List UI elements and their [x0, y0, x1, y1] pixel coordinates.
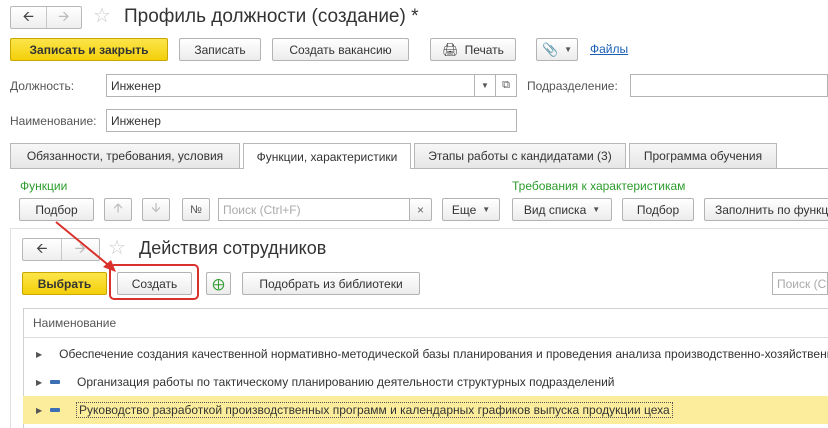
functions-select-button[interactable]: Подбор — [19, 198, 94, 221]
arrow-up-icon: 🡩 — [113, 199, 123, 215]
item-marker-icon — [50, 408, 60, 412]
dialog-title: Действия сотрудников — [139, 238, 327, 258]
save-button[interactable]: Записать — [179, 38, 261, 61]
header-divider — [24, 337, 828, 338]
department-field[interactable] — [630, 74, 828, 97]
print-button[interactable]: 🖨 Печать — [430, 38, 516, 61]
table-row[interactable]: ▶ Организация работы по тактическому пла… — [23, 368, 828, 396]
expand-triangle-icon[interactable]: ▶ — [36, 378, 50, 387]
nav-buttons: 🡨 🡪 — [10, 6, 82, 29]
printer-icon: 🖨 — [442, 41, 459, 57]
close-icon: × — [416, 202, 424, 217]
row-text: Обеспечение создания качественной нормат… — [59, 347, 828, 361]
tab-underline — [10, 168, 828, 169]
attach-button[interactable]: 📎 ▼ — [536, 38, 578, 61]
files-link[interactable]: Файлы — [590, 42, 628, 56]
numbered-list-icon: № — [190, 203, 202, 216]
view-list-label: Вид списка — [523, 202, 587, 217]
row-text: Организация работы по тактическому плани… — [77, 375, 615, 389]
create-vacancy-button[interactable]: Создать вакансию — [272, 38, 409, 61]
expand-triangle-icon[interactable]: ▶ — [36, 350, 42, 359]
table-row[interactable]: ▶ Обеспечение создания качественной норм… — [23, 340, 828, 368]
functions-search-input[interactable]: Поиск (Ctrl+F) — [218, 198, 410, 221]
create-button[interactable]: Создать — [117, 272, 192, 295]
requirements-select-button[interactable]: Подбор — [622, 198, 694, 221]
more-label: Еще — [451, 202, 477, 217]
position-label: Должность: — [10, 79, 75, 93]
tab-training-program[interactable]: Программа обучения — [629, 143, 777, 168]
chevron-down-icon: ▼ — [592, 205, 601, 214]
paperclip-icon: 📎 — [541, 41, 559, 57]
numbering-button[interactable]: № — [182, 198, 210, 221]
window-title: Профиль должности (создание) * — [124, 6, 419, 27]
favorite-star-icon[interactable]: ☆ — [93, 6, 111, 26]
row-text: Руководство разработкой производственных… — [76, 402, 673, 418]
position-open-button[interactable]: ⧉ — [495, 74, 517, 97]
tab-duties[interactable]: Обязанности, требования, условия — [10, 143, 240, 168]
copy-add-icon: ⨁ — [212, 276, 225, 291]
print-label: Печать — [464, 42, 504, 57]
item-marker-icon — [50, 380, 60, 384]
arrow-down-icon: 🡫 — [151, 199, 161, 215]
table-row-selected[interactable]: ▶ Руководство разработкой производственн… — [23, 396, 828, 424]
name-field[interactable]: Инженер — [106, 109, 517, 132]
requirements-header: Требования к характеристикам — [512, 179, 686, 193]
pick-from-library-button[interactable]: Подобрать из библиотеки — [242, 272, 420, 295]
expand-triangle-icon[interactable]: ▶ — [36, 406, 50, 415]
chevron-down-icon: ▼ — [481, 81, 489, 90]
move-down-button[interactable]: 🡫 — [142, 198, 170, 221]
dialog-search-input[interactable]: Поиск (Ctrl+F) — [772, 272, 828, 295]
fill-by-functions-button[interactable]: Заполнить по функциям — [704, 198, 828, 221]
functions-more-button[interactable]: Еще ▼ — [442, 198, 500, 221]
column-header-name[interactable]: Наименование — [33, 316, 116, 330]
back-arrow-icon[interactable]: 🡨 — [11, 7, 46, 28]
save-and-close-button[interactable]: Записать и закрыть — [10, 38, 168, 61]
copy-button[interactable]: ⨁ — [206, 272, 231, 295]
name-label: Наименование: — [10, 114, 97, 128]
functions-header: Функции — [20, 179, 68, 193]
dialog-nav-buttons: 🡨 🡪 — [22, 238, 100, 261]
position-dropdown-button[interactable]: ▼ — [474, 74, 496, 97]
favorite-star-icon[interactable]: ☆ — [108, 238, 126, 258]
department-label: Подразделение: — [527, 79, 618, 93]
clear-search-button[interactable]: × — [410, 198, 432, 221]
move-up-button[interactable]: 🡩 — [104, 198, 132, 221]
tab-functions[interactable]: Функции, характеристики — [243, 143, 411, 169]
position-field[interactable]: Инженер — [106, 74, 476, 97]
tab-candidate-stages[interactable]: Этапы работы с кандидатами (3) — [414, 143, 626, 168]
chevron-down-icon: ▼ — [564, 45, 573, 54]
open-window-icon: ⧉ — [502, 79, 510, 91]
forward-arrow-icon[interactable]: 🡪 — [60, 239, 100, 260]
view-list-button[interactable]: Вид списка ▼ — [512, 198, 612, 221]
chevron-down-icon: ▼ — [482, 205, 491, 214]
back-arrow-icon[interactable]: 🡨 — [23, 239, 61, 260]
choose-button[interactable]: Выбрать — [22, 272, 107, 295]
forward-arrow-icon[interactable]: 🡪 — [45, 7, 82, 28]
